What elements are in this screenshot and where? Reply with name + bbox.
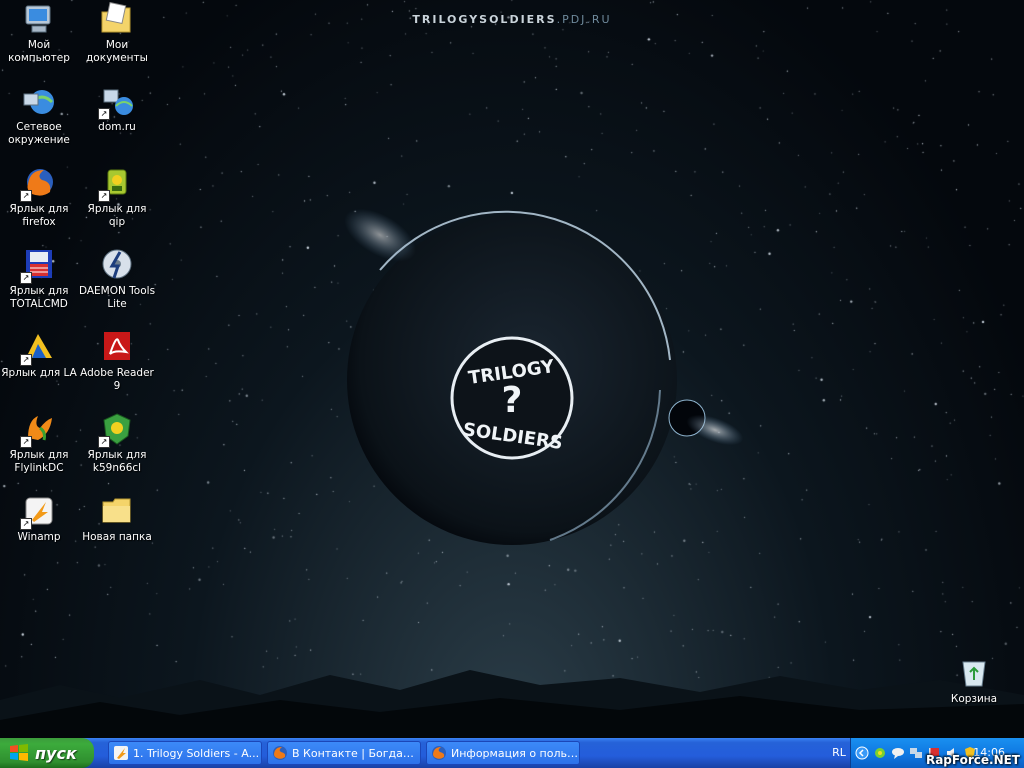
- desktop-icon-my-computer[interactable]: Мой компьютер: [0, 2, 78, 65]
- winamp-icon: [114, 746, 128, 760]
- desktop-icon-label: Ярлык для k59n66cl: [87, 449, 147, 474]
- desktop-icon-label: Adobe Reader 9: [80, 367, 154, 392]
- task-label: Информация о польз...: [451, 746, 579, 760]
- desktop-icon-network-places[interactable]: Сетевое окружение: [0, 84, 78, 147]
- start-button[interactable]: пуск: [0, 738, 94, 768]
- desktop-icon-flylinkdc[interactable]: ↗ Ярлык для FlylinkDC: [0, 412, 78, 475]
- desktop-icon-label: DAEMON Tools Lite: [78, 285, 156, 310]
- network-shortcut-icon: ↗: [98, 84, 134, 120]
- firefox-icon: [432, 746, 446, 760]
- desktop-icon-totalcmd[interactable]: ↗ Ярлык для TOTALCMD: [0, 248, 78, 311]
- qip-tray-icon[interactable]: [873, 746, 887, 760]
- desktop-icon-label: Корзина: [950, 693, 998, 705]
- desktop-icon-adobe-reader[interactable]: Adobe Reader 9: [78, 330, 156, 393]
- wallpaper-title-sub: .PDJ.RU: [556, 13, 612, 26]
- desktop-icon-qip[interactable]: ↗ Ярлык для qip: [78, 166, 156, 229]
- desktop-icon-label: Мои документы: [86, 39, 148, 64]
- qip-icon: ↗: [98, 166, 134, 202]
- daemon-tools-icon: [100, 248, 134, 282]
- la-icon: ↗: [20, 330, 56, 366]
- shortcut-arrow-icon: ↗: [20, 272, 32, 284]
- desktop[interactable]: TRILOGYSOLDIERS.PDJ.RU TRILOGY ? SOLDIER…: [0, 0, 1024, 738]
- wallpaper-planet: TRILOGY ? SOLDIERS: [343, 208, 744, 545]
- shortcut-arrow-icon: ↗: [98, 436, 110, 448]
- desktop-icon-label: Ярлык для TOTALCMD: [9, 285, 69, 310]
- totalcmd-icon: ↗: [20, 248, 56, 284]
- firefox-icon: [273, 746, 287, 760]
- firefox-icon: ↗: [20, 166, 56, 202]
- task-label: 1. Trilogy Soldiers - A...: [133, 746, 260, 760]
- shortcut-arrow-icon: ↗: [98, 108, 110, 120]
- shortcut-arrow-icon: ↗: [20, 190, 32, 202]
- desktop-icon-dom-ru[interactable]: ↗ dom.ru: [78, 84, 156, 134]
- shortcut-arrow-icon: ↗: [20, 354, 32, 366]
- desktop-icon-label: Сетевое окружение: [8, 121, 70, 146]
- desktop-icon-recycle-bin[interactable]: Корзина: [935, 656, 1013, 706]
- start-label: пуск: [35, 743, 77, 763]
- shortcut-arrow-icon: ↗: [20, 436, 32, 448]
- my-documents-icon: [100, 1, 134, 36]
- desktop-icon-my-documents[interactable]: Мои документы: [78, 1, 156, 65]
- desktop-icon-label: Ярлык для qip: [87, 203, 147, 228]
- desktop-icon-label: Ярлык для LA: [1, 367, 77, 379]
- desktop-icon-label: Новая папка: [82, 531, 152, 543]
- desktop-icon-label: Winamp: [17, 531, 61, 543]
- tray-expand-icon[interactable]: [855, 746, 869, 760]
- flylinkdc-icon: ↗: [20, 412, 56, 448]
- desktop-icon-k59n66cl[interactable]: ↗ Ярлык для k59n66cl: [78, 412, 156, 475]
- recycle-bin-icon: [957, 656, 991, 690]
- shortcut-arrow-icon: ↗: [98, 190, 110, 202]
- folder-icon: [100, 494, 134, 528]
- desktop-icon-new-folder[interactable]: Новая папка: [78, 494, 156, 544]
- desktop-icon-label: Мой компьютер: [8, 39, 70, 64]
- wallpaper-mountains: [0, 670, 1024, 738]
- winamp-icon: ↗: [20, 494, 56, 530]
- windows-logo-icon: [10, 744, 28, 761]
- desktop-icon-la[interactable]: ↗ Ярлык для LA: [0, 330, 78, 380]
- taskbar-task-vkontakte[interactable]: В Контакте | Богдан...: [267, 741, 421, 765]
- desktop-icon-label: Ярлык для firefox: [9, 203, 69, 228]
- network-tray-icon[interactable]: [909, 746, 923, 760]
- desktop-icon-firefox[interactable]: ↗ Ярлык для firefox: [0, 166, 78, 229]
- task-label: В Контакте | Богдан...: [292, 746, 420, 760]
- speech-tray-icon[interactable]: [891, 746, 905, 760]
- watermark: RapForce.NET: [925, 753, 1020, 767]
- taskbar: пуск 1. Trilogy Soldiers - A... В Контак…: [0, 738, 1024, 768]
- taskbar-task-user-info[interactable]: Информация о польз...: [426, 741, 580, 765]
- wallpaper-title-main: TRILOGYSOLDIERS: [412, 13, 557, 26]
- desktop-icon-daemon-tools[interactable]: DAEMON Tools Lite: [78, 248, 156, 311]
- language-indicator[interactable]: RL: [828, 738, 850, 768]
- desktop-icon-label: dom.ru: [98, 121, 136, 133]
- k59n66cl-icon: ↗: [98, 412, 134, 448]
- network-places-icon: [22, 84, 56, 118]
- desktop-icon-winamp[interactable]: ↗ Winamp: [0, 494, 78, 544]
- adobe-reader-icon: [100, 330, 134, 364]
- shortcut-arrow-icon: ↗: [20, 518, 32, 530]
- my-computer-icon: [22, 2, 56, 36]
- wallpaper-logo-mark: ?: [502, 380, 523, 421]
- taskbar-task-winamp[interactable]: 1. Trilogy Soldiers - A...: [108, 741, 262, 765]
- desktop-icon-label: Ярлык для FlylinkDC: [9, 449, 69, 474]
